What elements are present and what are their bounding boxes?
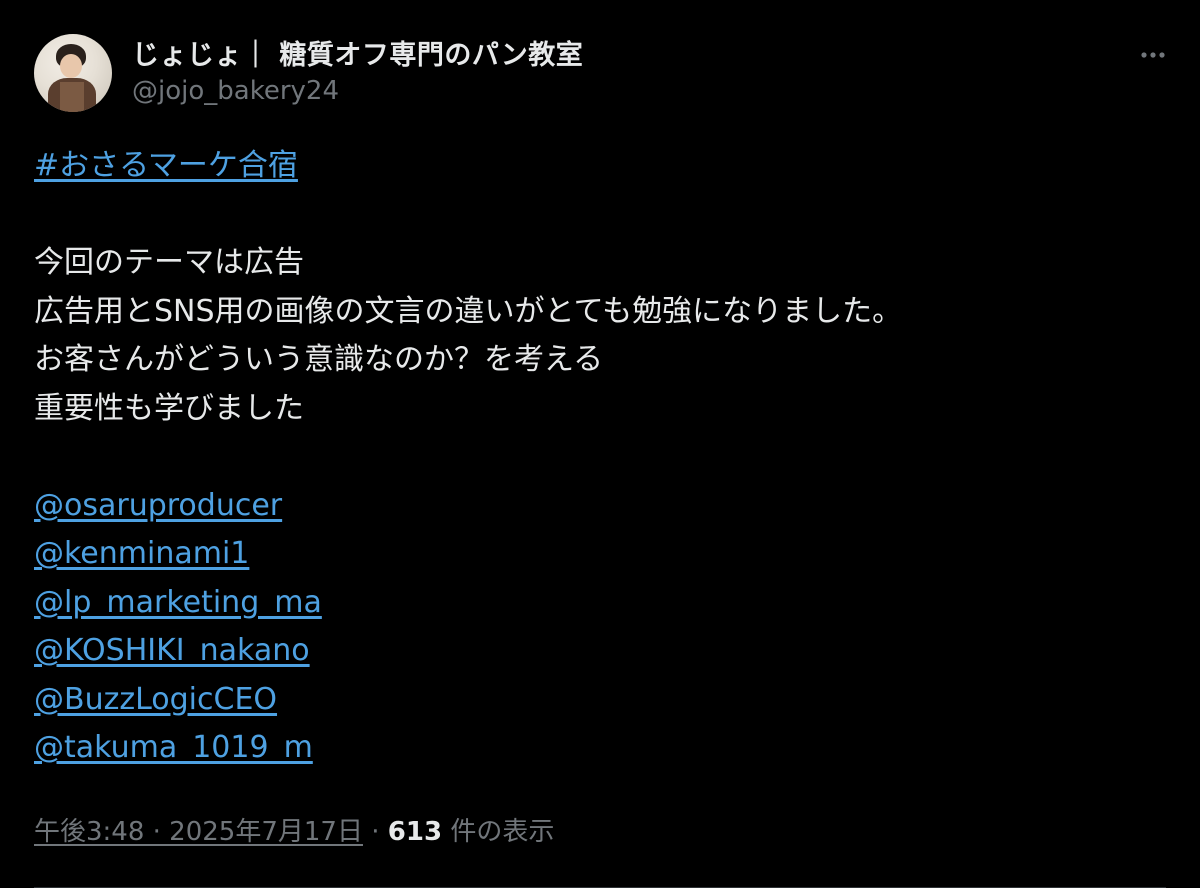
author-names: じょじょ｜ 糖質オフ専門のパン教室 @jojo_bakery24	[132, 38, 583, 108]
views-label: 件の表示	[442, 817, 555, 847]
avatar[interactable]	[34, 34, 112, 112]
mention-link[interactable]: @osaruproducer	[34, 488, 282, 523]
meta-separator: ·	[362, 817, 388, 847]
tweet-header: じょじょ｜ 糖質オフ専門のパン教室 @jojo_bakery24	[34, 34, 583, 112]
timestamp-link[interactable]: 午後3:48 · 2025年7月17日	[34, 817, 363, 847]
mention-link[interactable]: @lp_marketing_ma	[34, 585, 322, 620]
mention-link[interactable]: @kenminami1	[34, 536, 249, 571]
author-handle[interactable]: @jojo_bakery24	[132, 74, 583, 108]
mention-link[interactable]: @takuma_1019_m	[34, 730, 313, 765]
more-options-button[interactable]	[1136, 38, 1170, 72]
views-count: 613	[387, 817, 443, 847]
tweet-text: #おさるマーケ合宿 今回のテーマは広告 広告用とSNS用の画像の文言の違いがとて…	[34, 142, 1154, 773]
mention-link[interactable]: @BuzzLogicCEO	[34, 682, 277, 717]
text-line: 広告用とSNS用の画像の文言の違いがとても勉強になりました。	[34, 293, 903, 329]
text-line: 今回のテーマは広告	[34, 245, 304, 280]
text-line: お客さんがどういう意識なのか？を考える	[34, 342, 604, 377]
hashtag-link[interactable]: #おさるマーケ合宿	[34, 148, 298, 183]
tweet-meta: 午後3:48 · 2025年7月17日 · 613 件の表示	[34, 812, 554, 852]
more-horizontal-icon	[1141, 52, 1165, 58]
text-line: 重要性も学びました	[34, 390, 304, 426]
mention-link[interactable]: @KOSHIKI_nakano	[34, 633, 310, 668]
tweet: じょじょ｜ 糖質オフ専門のパン教室 @jojo_bakery24 #おさるマーケ…	[0, 0, 1200, 888]
author-display-name[interactable]: じょじょ｜ 糖質オフ専門のパン教室	[132, 38, 583, 74]
